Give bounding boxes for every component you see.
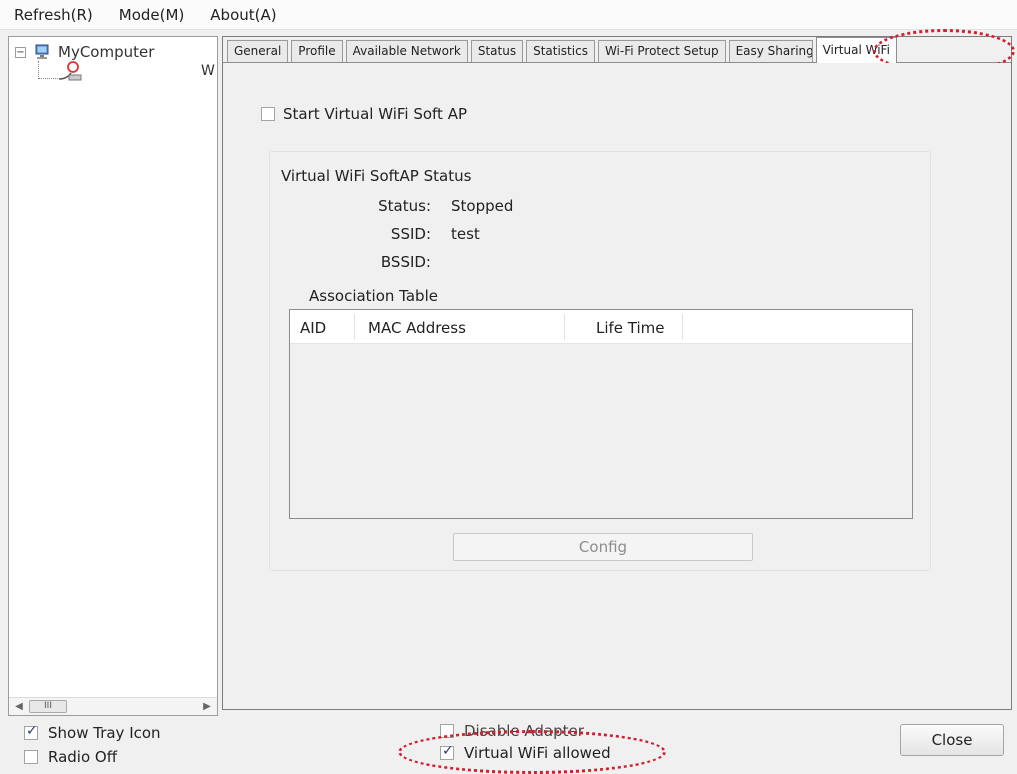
virtual-wifi-allowed-label: Virtual WiFi allowed: [464, 744, 611, 762]
tree-horizontal-scrollbar[interactable]: ◀ III ▶: [9, 697, 217, 715]
tree-collapse-icon[interactable]: −: [15, 46, 26, 58]
virtual-wifi-allowed-checkbox[interactable]: [440, 743, 454, 760]
scroll-left-icon[interactable]: ◀: [11, 699, 27, 715]
association-table-body: [290, 344, 912, 518]
show-tray-icon-option[interactable]: Show Tray Icon: [24, 723, 161, 742]
scroll-right-icon[interactable]: ▶: [199, 699, 215, 715]
main-pane: General Profile Available Network Status…: [222, 29, 1015, 710]
tab-wifi-protect-setup[interactable]: Wi-Fi Protect Setup: [597, 40, 726, 62]
association-table-title: Association Table: [309, 287, 438, 305]
radio-off-checkbox[interactable]: [24, 750, 38, 764]
column-mac-address[interactable]: MAC Address: [368, 319, 466, 337]
column-aid[interactable]: AID: [300, 319, 326, 337]
device-tree[interactable]: − MyComputer W ◀ III ▶: [8, 36, 218, 716]
disable-adapter-label: Disable Adapter: [464, 722, 584, 740]
show-tray-icon-checkbox[interactable]: [24, 723, 38, 740]
ssid-value: test: [451, 225, 480, 243]
menu-bar: Refresh(R) Mode(M) About(A): [0, 0, 1017, 30]
column-separator[interactable]: [354, 314, 355, 340]
tab-strip: General Profile Available Network Status…: [223, 37, 1011, 63]
radio-off-option[interactable]: Radio Off: [24, 748, 117, 766]
start-softap-checkbox[interactable]: [261, 107, 275, 121]
start-softap-label: Start Virtual WiFi Soft AP: [283, 105, 468, 123]
close-button[interactable]: Close: [900, 724, 1004, 756]
association-table[interactable]: AID MAC Address Life Time: [289, 309, 913, 519]
association-table-header: AID MAC Address Life Time: [290, 310, 912, 344]
scroll-thumb[interactable]: III: [29, 700, 67, 713]
tab-virtual-wifi[interactable]: Virtual WiFi: [815, 37, 897, 63]
tab-available-network[interactable]: Available Network: [345, 40, 468, 62]
column-separator[interactable]: [564, 314, 565, 340]
virtual-wifi-allowed-option[interactable]: Virtual WiFi allowed: [440, 743, 611, 762]
tree-child-label[interactable]: W: [201, 63, 215, 79]
virtual-wifi-panel: Start Virtual WiFi Soft AP Virtual WiFi …: [223, 63, 1011, 709]
show-tray-icon-label: Show Tray Icon: [48, 724, 161, 742]
computer-icon: [35, 44, 49, 59]
status-label: Status:: [378, 197, 431, 215]
status-value: Stopped: [451, 197, 514, 215]
menu-mode[interactable]: Mode(M): [119, 6, 185, 24]
column-separator[interactable]: [682, 314, 683, 340]
tab-general[interactable]: General: [227, 40, 289, 62]
menu-about[interactable]: About(A): [210, 6, 276, 24]
adapter-icon[interactable]: [57, 59, 91, 83]
tab-profile[interactable]: Profile: [291, 40, 343, 62]
softap-status-title: Virtual WiFi SoftAP Status: [281, 167, 472, 185]
tab-easy-sharing[interactable]: Easy Sharing: [728, 40, 813, 62]
radio-off-label: Radio Off: [48, 748, 118, 766]
menu-refresh[interactable]: Refresh(R): [14, 6, 93, 24]
config-button[interactable]: Config: [453, 533, 753, 561]
tab-statistics[interactable]: Statistics: [526, 40, 595, 62]
start-softap-option[interactable]: Start Virtual WiFi Soft AP: [261, 105, 467, 123]
disable-adapter-checkbox[interactable]: [440, 724, 454, 738]
column-life-time[interactable]: Life Time: [596, 319, 665, 337]
tree-connector: [38, 61, 58, 79]
tab-status[interactable]: Status: [470, 40, 524, 62]
disable-adapter-option[interactable]: Disable Adapter: [440, 722, 584, 740]
ssid-label: SSID:: [390, 225, 431, 243]
bssid-label: BSSID:: [380, 253, 431, 271]
